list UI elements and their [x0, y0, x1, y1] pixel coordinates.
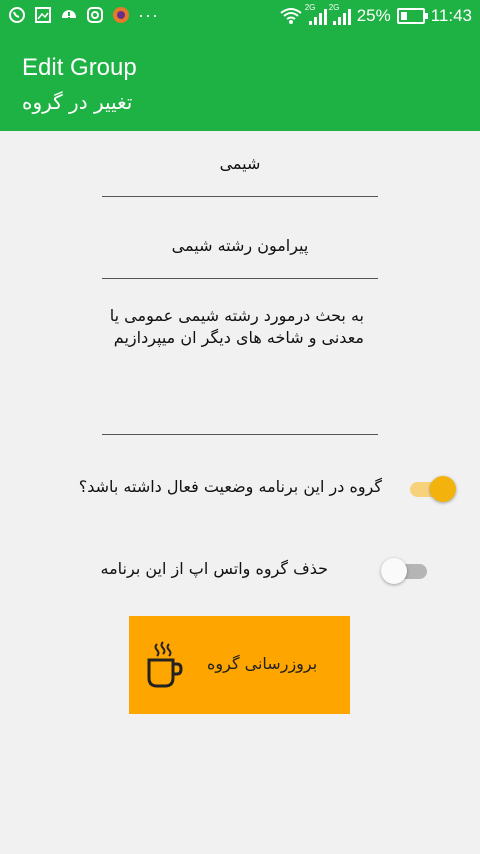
delete-whatsapp-toggle[interactable] — [381, 556, 431, 586]
image-icon — [35, 7, 51, 23]
group-description-field[interactable]: به بحث درمورد رشته شیمی عمومی یا معدنی و… — [102, 305, 378, 435]
signal-icon-2: 2G — [329, 3, 351, 25]
instagram-icon — [87, 7, 103, 23]
status-bar: ··· 2G 2G 25% 11:43 — [0, 0, 480, 34]
toggle-thumb — [430, 476, 456, 502]
clock: 11:43 — [430, 6, 472, 25]
active-switch-label: گروه در این برنامه وضعیت فعال داشته باشد… — [78, 477, 382, 496]
group-description-line: معدنی و شاخه های دیگر ان میپردازیم — [113, 328, 364, 347]
coffee-mug-icon — [147, 641, 183, 688]
active-toggle[interactable] — [406, 474, 456, 504]
group-name-value: شیمی — [219, 154, 261, 173]
warning-icon — [62, 10, 76, 19]
update-group-label: بروزرسانی گروه — [207, 654, 318, 673]
toggle-thumb — [381, 558, 407, 584]
group-topic-field[interactable]: پیرامون رشته شیمی — [102, 232, 378, 279]
group-topic-value: پیرامون رشته شیمی — [171, 236, 309, 255]
battery-icon — [396, 8, 428, 24]
group-description-line: به بحث درمورد رشته شیمی عمومی یا — [109, 306, 364, 325]
whatsapp-icon — [9, 7, 25, 23]
update-group-button[interactable]: بروزرسانی گروه — [129, 616, 350, 714]
group-name-field[interactable]: شیمی — [102, 150, 378, 197]
delete-whatsapp-switch-row[interactable]: حذف گروه واتس اپ از این برنامه — [0, 553, 480, 589]
more-notifications-icon: ··· — [138, 5, 159, 25]
wifi-icon — [280, 8, 302, 24]
active-switch-row[interactable]: گروه در این برنامه وضعیت فعال داشته باشد… — [0, 471, 480, 507]
app-bar: Edit Group تغییر در گروه — [0, 34, 480, 131]
signal-icon: 2G — [305, 3, 327, 25]
page-subtitle: تغییر در گروه — [22, 90, 133, 114]
delete-whatsapp-switch-label: حذف گروه واتس اپ از این برنامه — [100, 559, 328, 578]
battery-percent: 25% — [356, 6, 391, 25]
page-title: Edit Group — [22, 54, 137, 81]
firefox-icon — [113, 7, 129, 23]
notification-icons: ··· — [8, 6, 159, 24]
system-icons: 2G 2G 25% 11:43 — [279, 3, 472, 26]
